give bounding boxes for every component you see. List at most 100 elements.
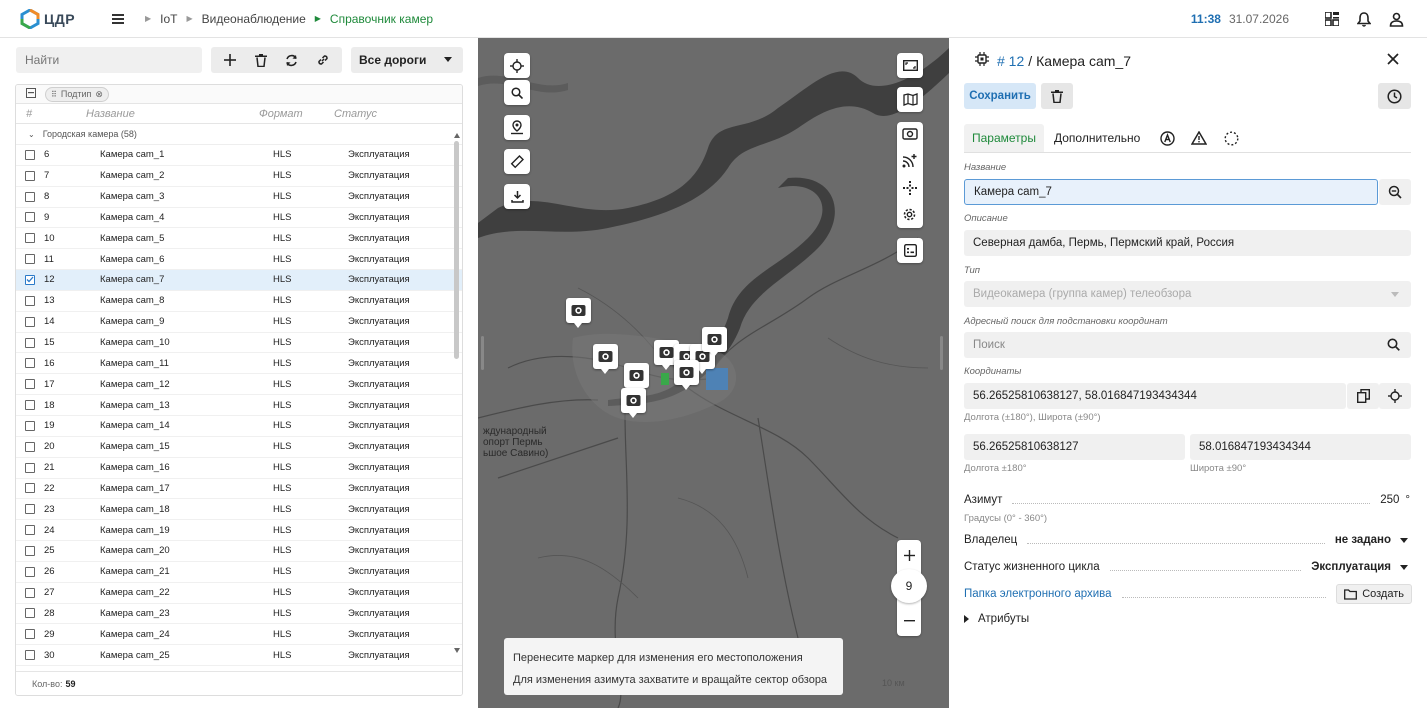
locate-icon[interactable] (504, 53, 530, 78)
history-button[interactable] (1378, 83, 1411, 109)
camera-marker[interactable] (566, 298, 591, 328)
table-row[interactable]: 27 Камера cam_22 HLS Эксплуатация (16, 583, 462, 604)
table-row[interactable]: 18 Камера cam_13 HLS Эксплуатация (16, 395, 462, 416)
row-checkbox[interactable] (25, 400, 35, 411)
row-checkbox[interactable] (25, 545, 35, 556)
delete-icon[interactable] (250, 49, 272, 71)
row-checkbox[interactable] (25, 316, 35, 327)
table-row[interactable]: 25 Камера cam_20 HLS Эксплуатация (16, 541, 462, 562)
table-row[interactable]: 26 Камера cam_21 HLS Эксплуатация (16, 562, 462, 583)
table-row[interactable]: 13 Камера cam_8 HLS Эксплуатация (16, 291, 462, 312)
breadcrumb-video[interactable]: Видеонаблюдение (202, 12, 306, 26)
camera-marker-selected[interactable] (674, 360, 699, 390)
grid-icon[interactable] (1323, 10, 1341, 28)
row-checkbox[interactable] (25, 358, 35, 369)
azimuth-row[interactable]: Азимут 250 ° (964, 491, 1412, 509)
owner-value[interactable]: не задано (1335, 534, 1391, 546)
table-row[interactable]: 12 Камера cam_7 HLS Эксплуатация (16, 270, 462, 291)
ruler-icon[interactable] (504, 149, 530, 174)
latitude-field[interactable]: 58.016847193434344 (1190, 434, 1411, 460)
row-checkbox[interactable] (25, 295, 35, 306)
row-checkbox[interactable] (25, 587, 35, 598)
name-lookup-button[interactable] (1379, 179, 1411, 205)
row-checkbox[interactable] (25, 629, 35, 640)
refresh-icon[interactable] (281, 49, 303, 71)
scroll-thumb[interactable] (454, 141, 459, 359)
row-checkbox[interactable] (25, 483, 35, 494)
road-filter-select[interactable]: Все дороги (351, 47, 463, 73)
camera-marker[interactable] (621, 388, 646, 418)
column-header-format[interactable]: Формат (259, 108, 334, 120)
owner-row[interactable]: Владелец не задано (964, 531, 1412, 549)
filter-chip[interactable]: ⠿ Подтип ⊗ (45, 86, 109, 102)
row-checkbox[interactable] (25, 420, 35, 431)
camera-marker[interactable] (624, 363, 649, 393)
link-icon[interactable] (312, 49, 334, 71)
menu-icon[interactable] (110, 11, 126, 27)
column-header-status[interactable]: Статус (334, 108, 434, 120)
scroll-up-icon[interactable] (454, 133, 460, 138)
fullscreen-icon[interactable] (897, 53, 923, 78)
table-row[interactable]: 22 Камера cam_17 HLS Эксплуатация (16, 479, 462, 500)
table-row[interactable]: 21 Камера cam_16 HLS Эксплуатация (16, 458, 462, 479)
tab-a-icon[interactable] (1154, 124, 1180, 152)
camera-marker[interactable] (702, 327, 727, 357)
broadcast-add-icon[interactable] (902, 153, 918, 171)
crosshair-dots-icon[interactable] (903, 181, 917, 198)
place-pin-icon[interactable] (504, 115, 530, 140)
table-row[interactable]: 14 Камера cam_9 HLS Эксплуатация (16, 312, 462, 333)
breadcrumb-iot[interactable]: IoT (160, 12, 177, 26)
pick-on-map-button[interactable] (1379, 383, 1411, 409)
table-row[interactable]: 20 Камера cam_15 HLS Эксплуатация (16, 437, 462, 458)
map-view[interactable]: ждународный опорт Пермь ьшое Савино) 10 … (478, 38, 949, 708)
row-checkbox[interactable] (25, 441, 35, 452)
tab-dashed-circle-icon[interactable] (1218, 124, 1244, 152)
camera-marker[interactable] (593, 344, 618, 374)
table-row[interactable]: 10 Камера cam_5 HLS Эксплуатация (16, 228, 462, 250)
search-input[interactable] (16, 47, 202, 73)
row-checkbox[interactable] (25, 504, 35, 515)
close-icon[interactable]: ⊗ (95, 89, 103, 100)
row-checkbox[interactable] (25, 233, 35, 244)
zoom-in-icon[interactable] (897, 544, 921, 566)
table-row[interactable]: 28 Камера cam_23 HLS Эксплуатация (16, 604, 462, 625)
delete-button[interactable] (1041, 83, 1073, 109)
chevron-down-icon[interactable] (1400, 537, 1408, 543)
add-icon[interactable] (219, 49, 241, 71)
right-resize-handle[interactable] (940, 336, 943, 370)
row-checkbox[interactable] (25, 274, 35, 285)
left-resize-handle[interactable] (481, 336, 484, 370)
row-checkbox[interactable] (25, 191, 35, 202)
table-row[interactable]: 7 Камера cam_2 HLS Эксплуатация (16, 166, 462, 187)
table-row[interactable]: 8 Камера cam_3 HLS Эксплуатация (16, 187, 462, 208)
row-checkbox[interactable] (25, 254, 35, 265)
search-icon[interactable] (1387, 338, 1400, 354)
lifecycle-row[interactable]: Статус жизненного цикла Эксплуатация (964, 558, 1412, 576)
table-row[interactable]: 24 Камера cam_19 HLS Эксплуатация (16, 520, 462, 542)
address-search-input[interactable]: Поиск (964, 332, 1411, 358)
bell-icon[interactable] (1355, 10, 1373, 28)
create-folder-button[interactable]: Создать (1336, 584, 1412, 604)
archive-link[interactable]: Папка электронного архива (964, 588, 1112, 600)
table-row[interactable]: 11 Камера cam_6 HLS Эксплуатация (16, 249, 462, 271)
name-field[interactable]: Камера cam_7 (964, 179, 1378, 205)
settings-gear-icon[interactable] (902, 207, 917, 225)
zoom-out-icon[interactable] (897, 610, 921, 632)
tab-warning-icon[interactable] (1186, 124, 1212, 152)
table-row[interactable]: 15 Камера cam_10 HLS Эксплуатация (16, 333, 462, 354)
table-row[interactable]: 30 Камера cam_25 HLS Эксплуатация (16, 645, 462, 667)
table-row[interactable]: 29 Камера cam_24 HLS Эксплуатация (16, 624, 462, 646)
search-icon[interactable] (504, 80, 530, 105)
longitude-field[interactable]: 56.26525810638127 (964, 434, 1185, 460)
row-checkbox[interactable] (25, 462, 35, 473)
camera-layer-icon[interactable] (902, 127, 918, 143)
scroll-down-icon[interactable] (454, 648, 460, 653)
columns-icon[interactable] (26, 87, 36, 101)
column-header-name[interactable]: Название (86, 108, 259, 120)
row-checkbox[interactable] (25, 608, 35, 619)
group-row[interactable]: ⌄ Городская камера (58) (16, 124, 462, 145)
description-field[interactable]: Северная дамба, Пермь, Пермский край, Ро… (964, 230, 1411, 256)
download-icon[interactable] (504, 184, 530, 209)
column-header-id[interactable]: # (16, 108, 44, 120)
user-icon[interactable] (1387, 10, 1405, 28)
